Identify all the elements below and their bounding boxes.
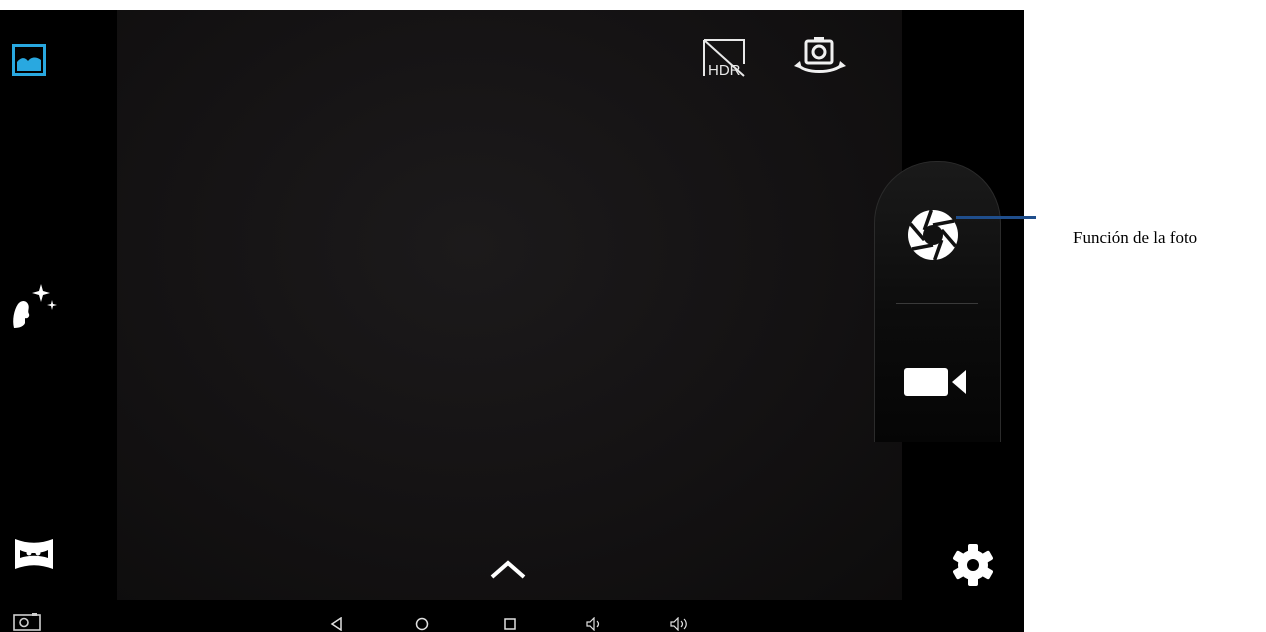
gear-icon[interactable] [950,542,996,588]
screenshot-camera-icon[interactable] [13,612,43,632]
left-mode-rail [0,10,70,610]
gallery-icon[interactable] [12,44,46,76]
panel-divider [896,303,978,304]
callout-line [956,216,1036,219]
video-camera-icon[interactable] [904,366,972,398]
hdr-off-icon[interactable]: HDR [700,36,752,78]
camera-viewfinder[interactable] [117,10,902,600]
switch-camera-icon[interactable] [790,36,850,80]
system-navbar [0,600,1024,632]
recents-icon[interactable] [503,617,517,631]
volume-down-icon[interactable] [586,617,604,631]
hdr-label: HDR [708,62,741,78]
back-icon[interactable] [330,617,344,631]
panorama-icon[interactable] [12,536,56,572]
chevron-up-icon[interactable] [488,558,528,580]
shutter-icon[interactable] [904,206,962,264]
home-icon[interactable] [415,617,429,631]
volume-up-icon[interactable] [670,617,690,631]
camera-screen: HDR [0,10,1024,632]
capture-panel [874,161,1001,442]
callout-label: Función de la foto [1073,228,1198,247]
face-sparkle-icon[interactable] [8,280,58,332]
